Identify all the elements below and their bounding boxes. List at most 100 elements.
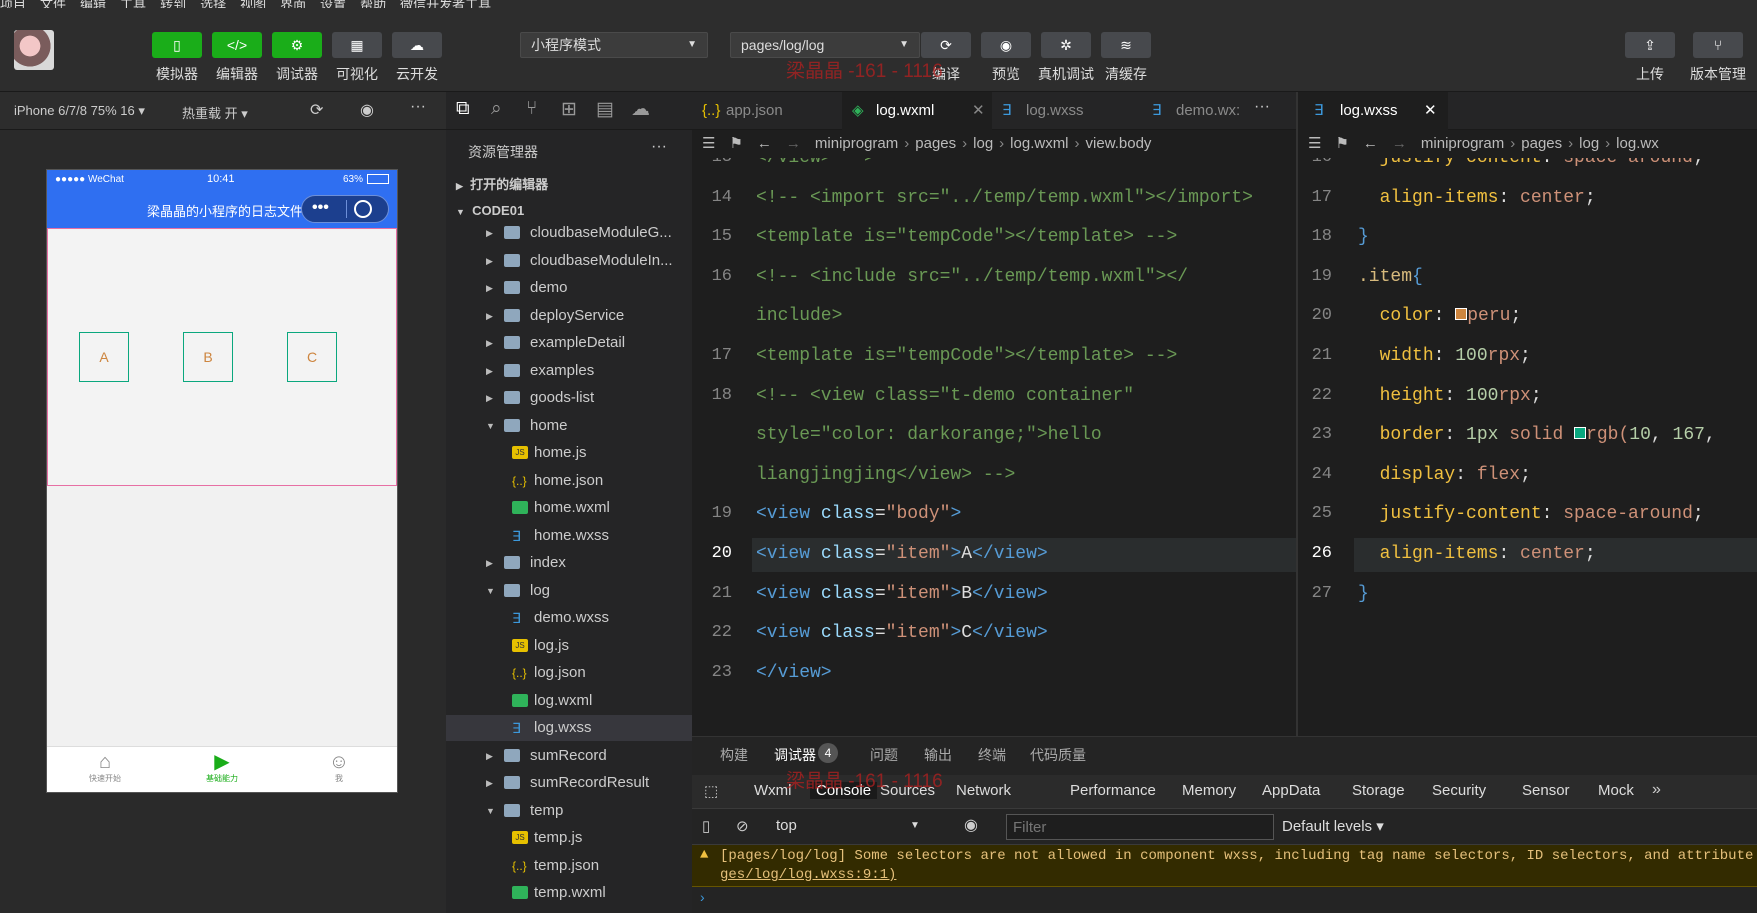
filter-input[interactable] xyxy=(1006,814,1274,840)
toolbar-button-1[interactable]: ◉ xyxy=(981,32,1031,58)
item-a[interactable]: A xyxy=(79,332,129,382)
tree-item[interactable]: ▶ sumRecord xyxy=(446,743,692,769)
tab-item[interactable]: ☺ 我 xyxy=(309,751,369,784)
console-tab[interactable]: Storage xyxy=(1352,782,1405,799)
breadcrumb-item[interactable]: pages xyxy=(1521,135,1562,152)
levels-select[interactable]: Default levels ▾ xyxy=(1282,817,1384,835)
breadcrumb-item[interactable]: log xyxy=(1579,135,1599,152)
breadcrumb-item[interactable]: log.wx xyxy=(1616,135,1659,152)
more-icon[interactable]: ··· xyxy=(410,98,426,116)
more-icon[interactable]: ••• xyxy=(312,199,329,217)
back-icon[interactable]: ← xyxy=(1363,135,1378,152)
toolbar-button-2[interactable]: ⚙ xyxy=(272,32,322,58)
eye-icon[interactable]: ◉ xyxy=(964,815,978,835)
sidebar-toggle-icon[interactable]: ▯ xyxy=(702,817,710,835)
tree-item[interactable]: JS temp.js xyxy=(446,825,692,851)
editor-tab[interactable]: {..} app.json xyxy=(692,92,842,130)
tree-item[interactable]: {..} log.json xyxy=(446,660,692,686)
hot-reload-toggle[interactable]: 热重载 开 ▾ xyxy=(182,103,248,122)
tree-item[interactable]: ▶ demo xyxy=(446,275,692,301)
toolbar-button-4[interactable]: ☁ xyxy=(392,32,442,58)
debug-tab[interactable]: 终端 xyxy=(978,745,1006,765)
close-icon[interactable]: ✕ xyxy=(1424,92,1437,130)
inspect-icon[interactable]: ⬚ xyxy=(704,782,718,800)
tree-item[interactable]: ∃ log.wxss xyxy=(446,715,692,741)
user-avatar[interactable] xyxy=(14,30,54,70)
tree-item[interactable]: temp.wxml xyxy=(446,880,692,906)
cloud-icon[interactable]: ☁ xyxy=(631,98,650,121)
bookmark-icon[interactable]: ⚑ xyxy=(1335,135,1348,152)
tree-item[interactable]: ▶ sumRecordResult xyxy=(446,770,692,796)
code-editor-wxml[interactable]: 13 </view> --> 14 <!-- <import src="../temp… xyxy=(692,158,1296,736)
files-icon[interactable]: ⧉ xyxy=(456,98,470,120)
tree-item[interactable]: ▶ index xyxy=(446,550,692,576)
bookmark-icon[interactable]: ⚑ xyxy=(729,135,742,152)
tree-item[interactable]: ∃ demo.wxss xyxy=(446,605,692,631)
list-icon[interactable]: ☰ xyxy=(702,135,715,152)
tree-item[interactable]: {..} temp.json xyxy=(446,853,692,879)
tab-item[interactable]: ⌂ 快速开始 xyxy=(75,751,135,784)
more-tabs-icon[interactable]: » xyxy=(1652,781,1661,799)
console-tab[interactable]: Performance xyxy=(1070,782,1156,799)
console-tab[interactable]: Memory xyxy=(1182,782,1236,799)
editor-tab[interactable]: ◈ log.wxml ✕ xyxy=(842,92,992,130)
toolbar-button-1[interactable]: </> xyxy=(212,32,262,58)
open-editors-section[interactable]: ▶ 打开的编辑器 xyxy=(446,172,692,198)
console-tab[interactable]: Security xyxy=(1432,782,1486,799)
extensions-icon[interactable]: ⊞ xyxy=(561,98,577,121)
console-tab[interactable]: Mock xyxy=(1598,782,1634,799)
breadcrumb-item[interactable]: view.body xyxy=(1086,135,1152,152)
git-icon[interactable]: ⑂ xyxy=(526,98,537,120)
toolbar-button-2[interactable]: ✲ xyxy=(1041,32,1091,58)
tree-item[interactable]: ▶ cloudbaseModuleG... xyxy=(446,220,692,246)
tree-item[interactable]: ▶ cloudbaseModuleIn... xyxy=(446,248,692,274)
tree-item[interactable]: ▼ log xyxy=(446,578,692,604)
tree-item[interactable]: ▼ home xyxy=(446,413,692,439)
toolbar-button-3[interactable]: ≋ xyxy=(1101,32,1151,58)
editor-tab[interactable]: ∃ log.wxss xyxy=(992,92,1142,130)
tree-item[interactable]: JS log.js xyxy=(446,633,692,659)
stop-icon[interactable]: ◉ xyxy=(360,100,374,120)
console-tab[interactable]: Wxml xyxy=(754,782,792,799)
breadcrumb-item[interactable]: miniprogram xyxy=(815,135,898,152)
tree-item[interactable]: ∃ home.wxss xyxy=(446,523,692,549)
toolbar-button-0[interactable]: ⟳ xyxy=(921,32,971,58)
device-select[interactable]: iPhone 6/7/8 75% 16 ▾ xyxy=(14,103,145,119)
item-b[interactable]: B xyxy=(183,332,233,382)
debug-tab[interactable]: 构建 xyxy=(720,745,748,765)
console-tab[interactable]: Sources xyxy=(880,782,935,799)
forward-icon[interactable]: → xyxy=(1392,135,1407,152)
debug-tab[interactable]: 代码质量 xyxy=(1030,745,1086,765)
back-icon[interactable]: ← xyxy=(757,135,772,152)
context-select[interactable]: top ▼ xyxy=(770,813,930,839)
breadcrumb-item[interactable]: log.wxml xyxy=(1010,135,1068,152)
console-tab[interactable]: Network xyxy=(956,782,1011,799)
search-icon[interactable]: ⌕ xyxy=(491,98,502,120)
list-icon[interactable]: ☰ xyxy=(1308,135,1321,152)
breadcrumb-item[interactable]: pages xyxy=(915,135,956,152)
code-editor-wxss[interactable]: 16 justify-content: space-around; 17 alig… xyxy=(1298,158,1757,736)
tree-item[interactable]: home.wxml xyxy=(446,495,692,521)
source-link[interactable]: ges/log/log.wxss:9:1) xyxy=(720,867,896,883)
console-tab[interactable]: Console xyxy=(810,782,878,799)
tree-item[interactable]: ▼ temp xyxy=(446,798,692,824)
storage-icon[interactable]: ▤ xyxy=(596,98,614,121)
tree-item[interactable]: ▶ deployService xyxy=(446,303,692,329)
tab-item[interactable]: ▶ 基础能力 xyxy=(192,751,252,784)
tree-item[interactable]: JS home.js xyxy=(446,440,692,466)
breadcrumb-item[interactable]: miniprogram xyxy=(1421,135,1504,152)
more-icon[interactable]: ··· xyxy=(1254,98,1270,116)
tree-item[interactable]: log.wxml xyxy=(446,688,692,714)
item-c[interactable]: C xyxy=(287,332,337,382)
toolbar-button-3[interactable]: ▦ xyxy=(332,32,382,58)
clear-icon[interactable]: ⊘ xyxy=(736,817,749,835)
debug-tab[interactable]: 调试器 xyxy=(774,745,816,765)
toolbar-button-1[interactable]: ⑂ xyxy=(1693,32,1743,58)
tree-item[interactable]: ▶ examples xyxy=(446,358,692,384)
console-tab[interactable]: Sensor xyxy=(1522,782,1570,799)
tab-log-wxss[interactable]: ∃ log.wxss ✕ xyxy=(1298,92,1448,130)
page-select[interactable]: pages/log/log ▼ xyxy=(730,32,920,58)
mode-select[interactable]: 小程序模式 ▼ xyxy=(520,32,708,58)
console-prompt[interactable]: › xyxy=(700,889,705,905)
breadcrumb-item[interactable]: log xyxy=(973,135,993,152)
